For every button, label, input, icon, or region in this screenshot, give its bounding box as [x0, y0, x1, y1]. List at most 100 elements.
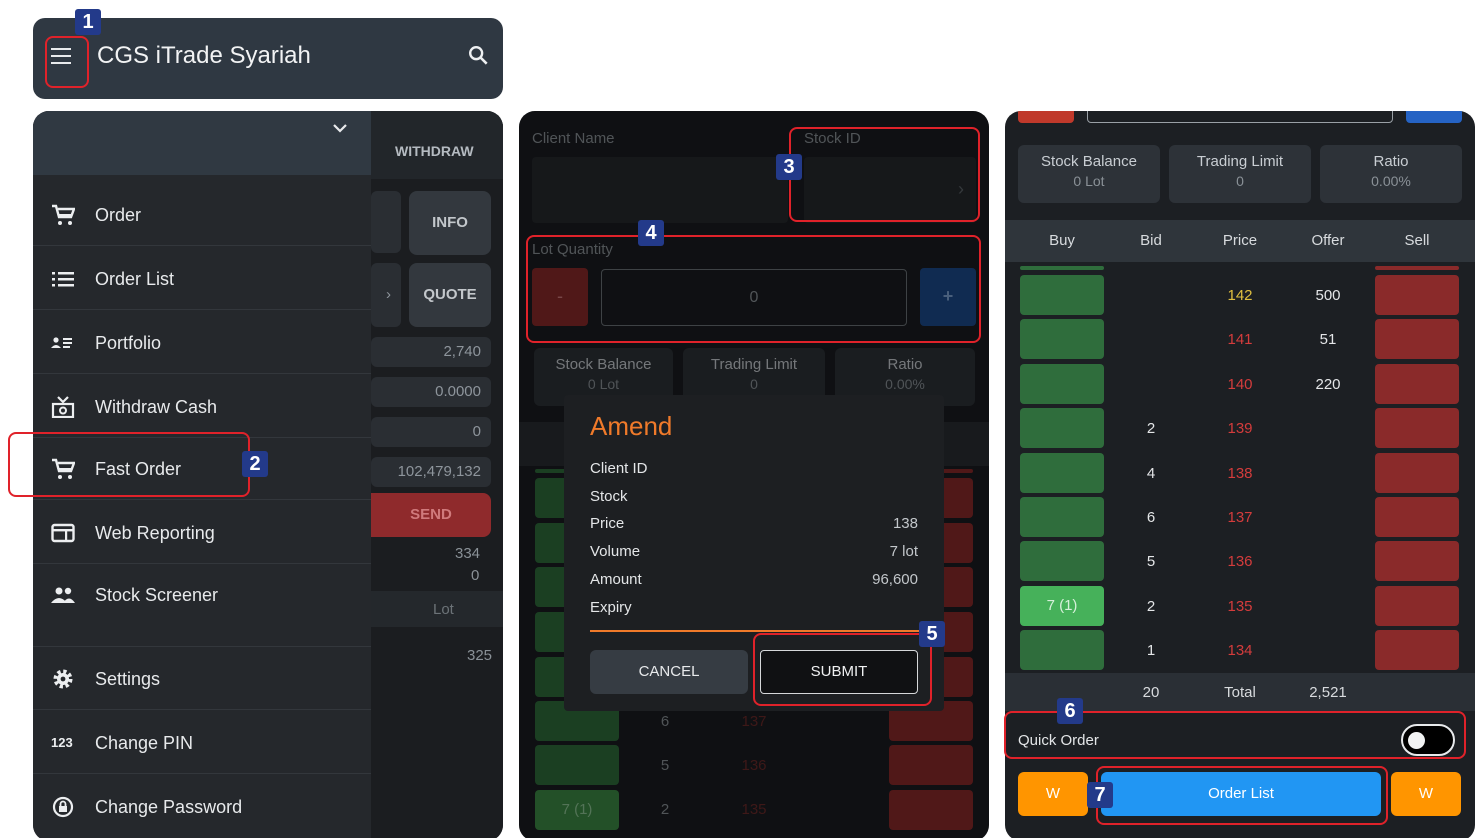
- price-cell: 140: [1227, 376, 1253, 393]
- price-cell: 141: [1227, 331, 1253, 348]
- lot-header: Lot: [433, 601, 454, 618]
- highlight-box-5: [753, 633, 932, 706]
- quote-button[interactable]: QUOTE: [409, 263, 491, 327]
- menu-label: Order List: [95, 269, 175, 289]
- total-offer: 2,521: [1309, 684, 1347, 701]
- orderbook-header: Buy Bid Price Offer Sell: [1005, 220, 1475, 262]
- sell-button-top[interactable]: [1018, 111, 1074, 123]
- bid-cell: 1: [1146, 642, 1156, 659]
- chevron-down-icon[interactable]: [331, 121, 349, 135]
- bid-cell: 6: [1146, 509, 1156, 526]
- buy-button-top[interactable]: [1406, 111, 1462, 123]
- value-text: 0: [471, 567, 480, 584]
- cancel-button[interactable]: CANCEL: [590, 650, 748, 694]
- portfolio-icon: [51, 337, 72, 348]
- sell-cell[interactable]: [1375, 497, 1459, 537]
- dialog-row-value: 138: [892, 515, 918, 532]
- buy-cell[interactable]: [1020, 364, 1104, 404]
- menu-item-change-pin[interactable]: 123 Change PIN: [33, 711, 371, 774]
- bid-cell: 2: [1146, 598, 1156, 615]
- list-icon: [52, 272, 74, 287]
- buy-cell[interactable]: [1020, 319, 1104, 359]
- menu-label: Order: [95, 205, 142, 225]
- card-title: Stock Balance: [1041, 153, 1137, 170]
- buy-cell[interactable]: [1020, 541, 1104, 581]
- sell-cell[interactable]: [1375, 586, 1459, 626]
- price-cell: 134: [1227, 642, 1253, 659]
- search-icon[interactable]: [467, 44, 489, 66]
- menu-label: Portfolio: [95, 333, 162, 353]
- info-button[interactable]: INFO: [409, 191, 491, 255]
- quantity-input-top[interactable]: [1087, 111, 1393, 123]
- sell-cell[interactable]: [1375, 275, 1459, 315]
- people-icon: [51, 587, 75, 603]
- price-cell: 139: [1227, 420, 1253, 437]
- dialog-row-label: Amount: [590, 571, 642, 588]
- dialog-row-value: 96,600: [872, 571, 918, 588]
- menu-item-order-list[interactable]: Order List: [33, 247, 371, 310]
- card-value: 0: [1236, 173, 1244, 189]
- header-sell: Sell: [1404, 232, 1430, 249]
- withdraw-tab[interactable]: WITHDRAW: [395, 143, 474, 159]
- sell-cell[interactable]: [1375, 541, 1459, 581]
- sell-cell[interactable]: [1375, 408, 1459, 448]
- menu-item-change-password[interactable]: Change Password: [33, 775, 371, 838]
- price-cell: 136: [1227, 553, 1253, 570]
- header-buy: Buy: [1049, 232, 1075, 249]
- buy-cell[interactable]: [1020, 275, 1104, 315]
- dialog-row-label: Expiry: [590, 599, 632, 616]
- dialog-row-label: Stock: [590, 488, 628, 505]
- total-bid: 20: [1142, 684, 1160, 701]
- callout-4: 4: [638, 220, 664, 246]
- sell-cell[interactable]: [1375, 630, 1459, 670]
- price-cell: 138: [1227, 465, 1253, 482]
- dialog-row-label: Client ID: [590, 460, 648, 477]
- menu-item-settings[interactable]: Settings: [33, 647, 371, 710]
- app-bar: CGS iTrade Syariah: [33, 18, 503, 99]
- value-field: 0: [371, 417, 491, 447]
- drawer-header: [33, 111, 371, 175]
- background-screen: WITHDRAW INFO › QUOTE 2,740 0.0000 0 102…: [371, 111, 503, 838]
- sell-cell[interactable]: [1375, 453, 1459, 493]
- value-field: 2,740: [371, 337, 491, 367]
- send-button[interactable]: SEND: [371, 493, 491, 537]
- buy-cell[interactable]: [1020, 408, 1104, 448]
- w-left-button[interactable]: W: [1018, 772, 1088, 816]
- app-title: CGS iTrade Syariah: [97, 42, 311, 69]
- gear-icon: [53, 669, 73, 689]
- buy-cell[interactable]: 7 (1): [1020, 586, 1104, 626]
- price-cell: 142: [1227, 287, 1253, 304]
- card-value: 0.00%: [1371, 173, 1411, 189]
- lock-icon: [52, 796, 74, 818]
- value-text: 334: [455, 545, 481, 562]
- dialog-row-value: 7 lot: [889, 543, 918, 560]
- header-bid: Bid: [1140, 232, 1162, 249]
- menu-item-withdraw-cash[interactable]: Withdraw Cash: [33, 375, 371, 438]
- sell-cell[interactable]: [1375, 364, 1459, 404]
- buy-cell[interactable]: [1020, 453, 1104, 493]
- trading-limit-card: Trading Limit 0: [1169, 145, 1311, 203]
- menu-label: Change PIN: [95, 733, 194, 753]
- sell-cell[interactable]: [1375, 319, 1459, 359]
- menu-label: Settings: [95, 669, 161, 689]
- callout-3: 3: [776, 154, 802, 180]
- highlight-box-4: [526, 235, 981, 343]
- stock-balance-card: Stock Balance 0 Lot: [1018, 145, 1160, 203]
- menu-item-stock-screener[interactable]: Stock Screener: [33, 563, 371, 626]
- menu-item-order[interactable]: Order: [33, 183, 371, 246]
- cart-icon: [52, 204, 75, 225]
- highlight-box-7: [1096, 766, 1388, 825]
- bid-cell: 4: [1146, 465, 1156, 482]
- buy-cell[interactable]: [1020, 497, 1104, 537]
- buy-cell[interactable]: [1020, 630, 1104, 670]
- card-title: Trading Limit: [1196, 153, 1284, 170]
- w-right-button[interactable]: W: [1391, 772, 1461, 816]
- offer-cell: 220: [1315, 376, 1341, 393]
- card-title: Ratio: [1373, 153, 1409, 170]
- menu-item-portfolio[interactable]: Portfolio: [33, 311, 371, 374]
- highlight-box-3: [789, 127, 980, 222]
- menu-item-web-reporting[interactable]: Web Reporting: [33, 501, 371, 564]
- callout-7: 7: [1087, 782, 1113, 808]
- ratio-card: Ratio 0.00%: [1320, 145, 1462, 203]
- dialog-row-label: Price: [590, 515, 625, 532]
